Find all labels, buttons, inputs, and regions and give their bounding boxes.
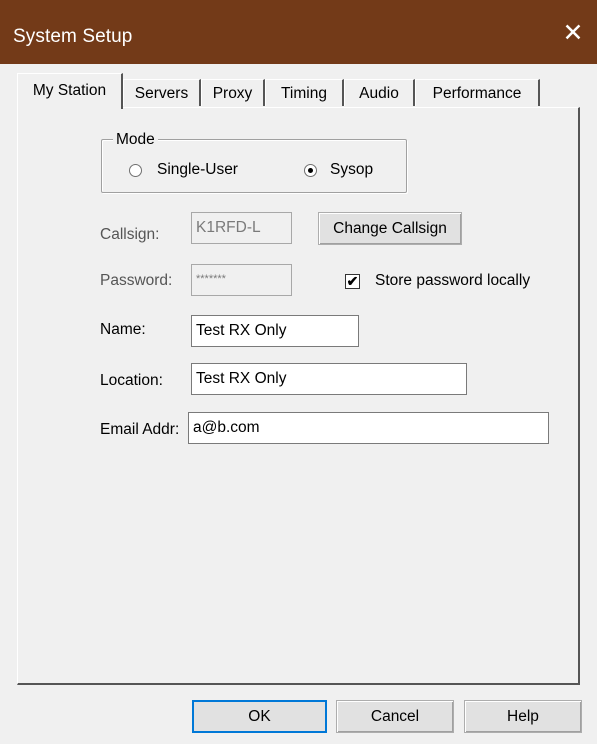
location-field[interactable] [191, 363, 467, 395]
tab-proxy[interactable]: Proxy [201, 79, 265, 106]
change-callsign-button[interactable]: Change Callsign [318, 212, 462, 245]
title-bar: System Setup ✕ [0, 0, 597, 64]
tab-performance[interactable]: Performance [415, 79, 540, 106]
name-field[interactable] [191, 315, 359, 347]
store-password-label[interactable]: Store password locally [375, 272, 530, 290]
callsign-field [191, 212, 292, 244]
radio-sysop-label[interactable]: Sysop [330, 161, 373, 179]
password-label: Password: [100, 272, 173, 289]
email-label: Email Addr: [100, 421, 180, 438]
store-password-checkbox[interactable]: ✔ [345, 274, 360, 289]
tab-timing[interactable]: Timing [265, 79, 344, 106]
cancel-button[interactable]: Cancel [336, 700, 454, 733]
password-field [191, 264, 292, 296]
close-icon[interactable]: ✕ [558, 18, 588, 48]
ok-button[interactable]: OK [192, 700, 327, 733]
email-field[interactable] [188, 412, 549, 444]
help-button[interactable]: Help [464, 700, 582, 733]
radio-single-user-label[interactable]: Single-User [157, 161, 238, 179]
mode-legend: Mode [113, 131, 158, 149]
name-label: Name: [100, 321, 146, 338]
location-label: Location: [100, 372, 163, 389]
tab-audio[interactable]: Audio [344, 79, 415, 106]
callsign-label: Callsign: [100, 226, 160, 243]
radio-single-user[interactable] [129, 164, 142, 177]
radio-selected-dot [308, 168, 313, 173]
tab-servers[interactable]: Servers [123, 79, 201, 106]
tab-my-station[interactable]: My Station [17, 73, 123, 109]
radio-sysop[interactable] [304, 164, 317, 177]
window-title: System Setup [13, 26, 133, 47]
tab-panel-my-station [17, 107, 580, 685]
